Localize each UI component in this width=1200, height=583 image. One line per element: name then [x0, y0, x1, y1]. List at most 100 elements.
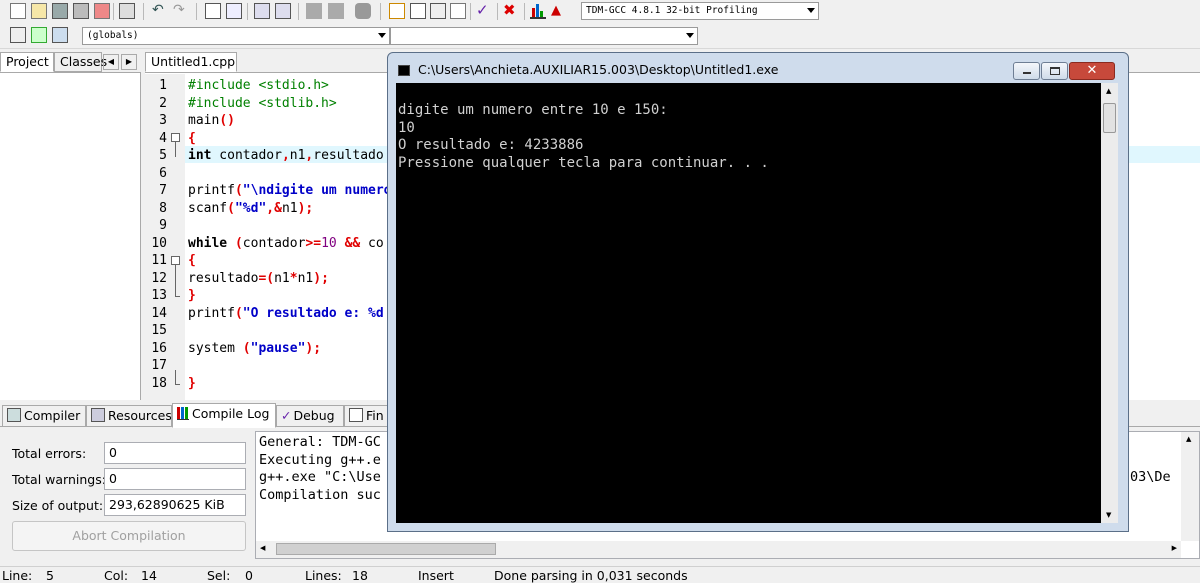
find-icon	[349, 408, 363, 422]
tab-scroll-right-icon[interactable]: ▶	[121, 54, 137, 70]
close-file-icon[interactable]	[94, 3, 110, 19]
code-line[interactable]: main()	[188, 112, 235, 130]
indent-icon[interactable]	[254, 3, 270, 19]
delete-icon[interactable]: ✖	[503, 3, 519, 19]
undo-icon[interactable]: ↶	[152, 3, 168, 19]
fold-toggle-icon[interactable]	[171, 133, 180, 142]
console-output-line: 10	[398, 119, 415, 136]
status-message: Done parsing in 0,031 seconds	[494, 568, 688, 583]
scrollbar-thumb[interactable]	[276, 543, 496, 555]
code-line[interactable]: }	[188, 375, 196, 393]
status-col-value: 14	[141, 568, 157, 583]
tab-resources[interactable]: Resources	[86, 405, 172, 427]
status-sel-label: Sel:	[207, 568, 231, 583]
log-vertical-scrollbar[interactable]: ▲	[1181, 432, 1199, 541]
code-line[interactable]: {	[188, 252, 196, 270]
scrollbar-thumb[interactable]	[1103, 103, 1116, 133]
status-col-label: Col:	[104, 568, 129, 583]
goto-declaration-icon[interactable]	[31, 27, 47, 43]
find-icon[interactable]	[205, 3, 221, 19]
close-button[interactable]: ✕	[1069, 62, 1115, 80]
toolbar-separator	[143, 3, 144, 20]
line-number: 14	[151, 305, 167, 321]
toolbar-separator	[524, 3, 525, 20]
code-line[interactable]: }	[188, 287, 196, 305]
tab-project[interactable]: Project	[0, 52, 54, 72]
fold-line	[175, 384, 180, 385]
console-title: C:\Users\Anchieta.AUXILIAR15.003\Desktop…	[418, 62, 779, 77]
abort-compilation-button[interactable]: Abort Compilation	[12, 521, 246, 551]
new-file-icon[interactable]	[10, 3, 26, 19]
total-errors-field: 0	[104, 442, 246, 464]
tab-find-results[interactable]: Fin	[344, 405, 389, 427]
chevron-down-icon[interactable]	[686, 33, 694, 38]
goto-forward-icon[interactable]	[328, 3, 344, 19]
code-line[interactable]: resultado=(n1*n1);	[188, 270, 329, 288]
code-line[interactable]: printf("\ndigite um numero	[188, 182, 392, 200]
goto-definition-icon[interactable]	[52, 27, 68, 43]
class-toolbar: (globals)	[0, 24, 1200, 49]
maximize-icon	[1050, 67, 1060, 75]
delete-profile-icon[interactable]: ▲	[551, 3, 567, 19]
code-line[interactable]: while (contador>=10 && co	[188, 235, 384, 253]
code-line[interactable]: #include <stdlib.h>	[188, 95, 337, 113]
check-syntax-icon[interactable]: ✓	[476, 3, 492, 19]
window-icon[interactable]	[410, 3, 426, 19]
compiler-select[interactable]: TDM-GCC 4.8.1 32-bit Profiling	[581, 2, 819, 20]
chevron-down-icon[interactable]	[807, 8, 815, 13]
fold-line	[175, 265, 176, 297]
replace-icon[interactable]	[226, 3, 242, 19]
bookmark-icon[interactable]	[355, 3, 371, 19]
line-number: 10	[151, 235, 167, 251]
code-line[interactable]: scanf("%d",&n1);	[188, 200, 313, 218]
scroll-up-icon[interactable]: ▲	[1186, 435, 1191, 443]
total-warnings-field: 0	[104, 468, 246, 490]
tab-classes[interactable]: Classes	[54, 52, 107, 72]
code-line[interactable]: #include <stdio.h>	[188, 77, 329, 95]
insert-icon[interactable]	[10, 27, 26, 43]
goto-back-icon[interactable]	[306, 3, 322, 19]
maximize-button[interactable]	[1041, 62, 1068, 80]
code-line[interactable]: system ("pause");	[188, 340, 321, 358]
save-icon[interactable]	[52, 3, 68, 19]
status-sel-value: 0	[245, 568, 253, 583]
resources-icon	[91, 408, 105, 422]
code-line[interactable]: int contador,n1,resultado	[188, 147, 384, 165]
print-icon[interactable]	[119, 3, 135, 19]
scroll-left-icon[interactable]: ◀	[260, 544, 265, 552]
profile-chart-icon[interactable]	[530, 3, 546, 19]
tab-compile-log[interactable]: Compile Log	[172, 403, 276, 428]
scroll-up-icon[interactable]: ▲	[1106, 87, 1111, 95]
tab-debug[interactable]: ✓ Debug	[276, 405, 344, 427]
code-line[interactable]: printf("O resultado e: %d	[188, 305, 384, 323]
scope-select-value: (globals)	[87, 30, 139, 41]
scope-select[interactable]: (globals)	[82, 27, 390, 45]
console-window[interactable]: C:\Users\Anchieta.AUXILIAR15.003\Desktop…	[387, 52, 1129, 532]
minimize-button[interactable]	[1013, 62, 1040, 80]
tab-compiler[interactable]: Compiler	[2, 405, 86, 427]
tab-scroll-left-icon[interactable]: ◀	[103, 54, 119, 70]
save-all-icon[interactable]	[73, 3, 89, 19]
line-number: 18	[151, 375, 167, 391]
unindent-icon[interactable]	[275, 3, 291, 19]
tab-untitled1-cpp[interactable]: Untitled1.cpp	[145, 52, 237, 72]
log-line: General: TDM-GC	[259, 434, 381, 450]
line-number: 17	[151, 358, 167, 373]
chevron-down-icon[interactable]	[378, 33, 386, 38]
fullscreen-icon[interactable]	[430, 3, 446, 19]
member-select[interactable]	[390, 27, 698, 45]
fold-toggle-icon[interactable]	[171, 256, 180, 265]
toolbar-separator	[497, 3, 498, 20]
code-line[interactable]: {	[188, 130, 196, 148]
log-line: g++.exe "C:\Use	[259, 469, 381, 485]
toolbar-separator	[113, 3, 114, 20]
console-vertical-scrollbar[interactable]: ▲ ▼	[1101, 83, 1118, 523]
layout-icon[interactable]	[389, 3, 405, 19]
redo-icon[interactable]: ↷	[173, 3, 189, 19]
open-file-icon[interactable]	[31, 3, 47, 19]
log-horizontal-scrollbar[interactable]: ◀ ▶	[256, 541, 1181, 558]
scroll-right-icon[interactable]: ▶	[1172, 544, 1177, 552]
status-lines-label: Lines:	[305, 568, 342, 583]
scroll-down-icon[interactable]: ▼	[1106, 511, 1111, 519]
tile-icon[interactable]	[450, 3, 466, 19]
